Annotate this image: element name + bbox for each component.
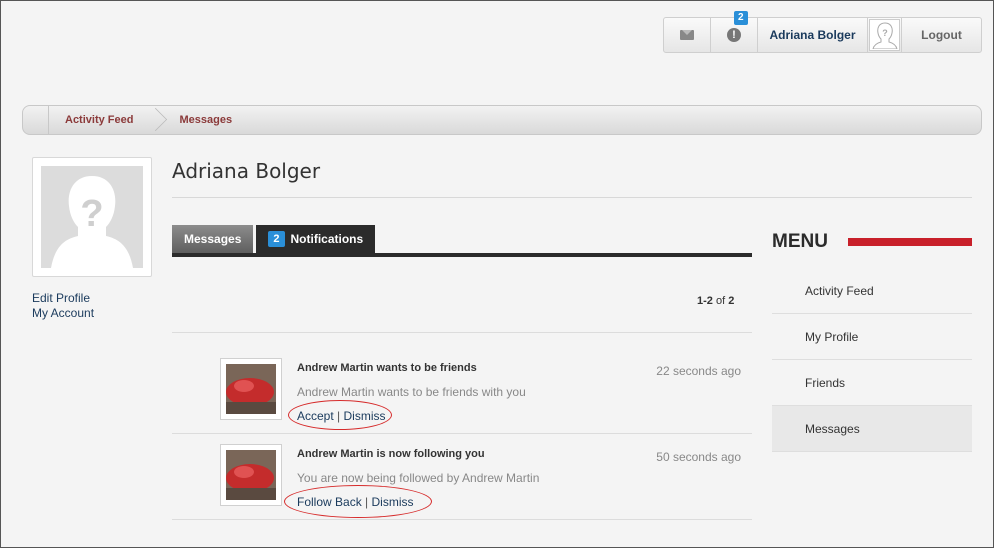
list-item: Andrew Martin is now following you 50 se…	[220, 444, 752, 524]
menu-accent-bar	[848, 238, 972, 246]
notification-body: Andrew Martin wants to be friends with y…	[297, 385, 526, 399]
tab-messages-label: Messages	[184, 232, 242, 246]
profile-picture-frame: ?	[32, 157, 152, 277]
svg-text:?: ?	[80, 193, 103, 235]
pagination-of: of	[715, 295, 726, 307]
notification-body: You are now being followed by Andrew Mar…	[297, 471, 540, 485]
notification-title: Andrew Martin is now following you	[297, 448, 485, 460]
page-title: Adriana Bolger	[172, 159, 321, 183]
notification-count-badge: 2	[734, 11, 748, 25]
tab-messages[interactable]: Messages	[172, 225, 254, 253]
notification-timestamp: 50 seconds ago	[656, 450, 741, 464]
alert-circle-icon: !	[727, 28, 741, 42]
breadcrumb-item-activity-feed[interactable]: Activity Feed	[49, 106, 149, 134]
envelope-icon	[680, 30, 694, 40]
my-account-link[interactable]: My Account	[32, 306, 94, 321]
notification-timestamp: 22 seconds ago	[656, 364, 741, 378]
tabs-underline	[172, 253, 752, 257]
avatar-placeholder-icon: ?	[869, 19, 900, 51]
pagination-total: 2	[728, 295, 735, 307]
pagination-range: 1-2	[697, 295, 713, 307]
sender-photo	[226, 450, 276, 500]
notification-title: Andrew Martin wants to be friends	[297, 362, 477, 374]
menu-item-activity-feed[interactable]: Activity Feed	[772, 268, 972, 314]
user-toolbar: ! 2 Adriana Bolger ? Logout	[663, 11, 982, 53]
svg-text:?: ?	[882, 28, 888, 38]
user-name-link[interactable]: Adriana Bolger	[758, 18, 868, 52]
tab-notifications[interactable]: 2 Notifications	[256, 225, 376, 253]
logout-button[interactable]: Logout	[902, 18, 981, 52]
divider	[172, 519, 752, 520]
profile-links: Edit Profile My Account	[32, 291, 94, 321]
tab-notifications-label: Notifications	[290, 232, 364, 246]
breadcrumb-start	[23, 106, 49, 134]
sender-avatar[interactable]	[220, 358, 282, 420]
sender-photo	[226, 364, 276, 414]
message-tabs: Messages 2 Notifications	[172, 225, 378, 253]
menu-item-messages[interactable]: Messages	[772, 406, 972, 452]
highlight-circle	[284, 485, 432, 518]
breadcrumb: Activity Feed Messages	[22, 105, 982, 135]
edit-profile-link[interactable]: Edit Profile	[32, 291, 94, 306]
sender-avatar[interactable]	[220, 444, 282, 506]
menu-item-friends[interactable]: Friends	[772, 360, 972, 406]
notifications-count-badge: 2	[268, 231, 285, 247]
profile-avatar-placeholder-icon: ?	[41, 166, 143, 268]
pagination-summary: 1-2 of 2	[697, 295, 734, 307]
side-menu: Activity Feed My Profile Friends Message…	[772, 268, 972, 452]
menu-heading: MENU	[772, 231, 828, 252]
breadcrumb-item-messages[interactable]: Messages	[163, 106, 248, 134]
page-frame: ! 2 Adriana Bolger ? Logout Activity Fee…	[0, 0, 994, 548]
menu-item-my-profile[interactable]: My Profile	[772, 314, 972, 360]
messages-button[interactable]	[664, 18, 711, 52]
notifications-button[interactable]: ! 2	[711, 11, 758, 52]
breadcrumb-separator-icon	[149, 105, 163, 135]
highlight-circle	[288, 400, 392, 430]
divider	[172, 197, 972, 198]
list-item: Andrew Martin wants to be friends 22 sec…	[220, 358, 752, 438]
divider	[172, 332, 752, 333]
divider	[172, 433, 752, 434]
user-avatar[interactable]: ?	[868, 18, 902, 52]
